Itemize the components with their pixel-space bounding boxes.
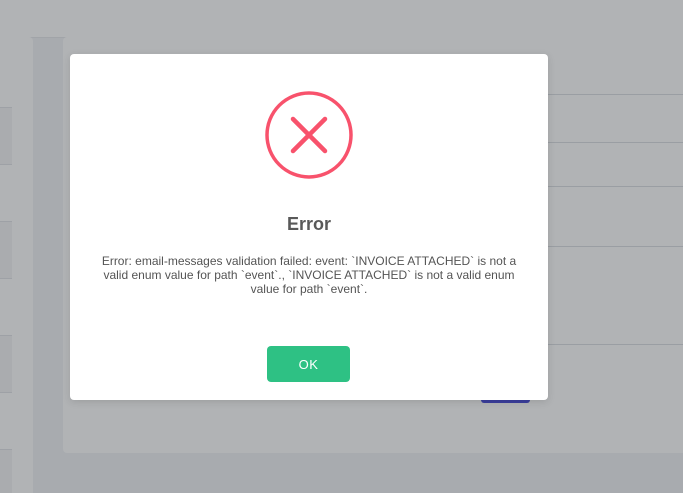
- page: Error Error: email-messages validation f…: [0, 0, 683, 493]
- ok-button[interactable]: OK: [267, 346, 350, 382]
- dialog-message: Error: email-messages validation failed:…: [101, 254, 517, 296]
- error-dialog: Error Error: email-messages validation f…: [70, 54, 548, 400]
- dialog-title: Error: [286, 214, 331, 234]
- error-x-icon: [265, 91, 353, 179]
